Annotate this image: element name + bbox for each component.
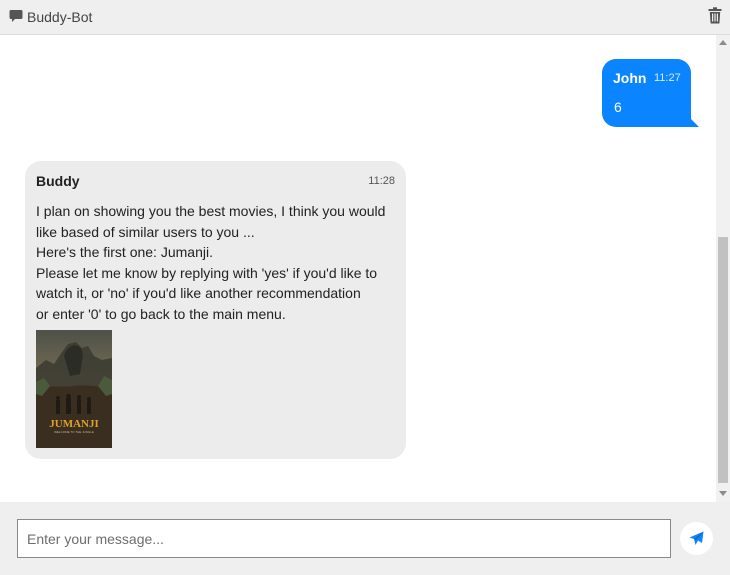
poster-subtitle: WELCOME TO THE JUNGLE (54, 430, 94, 434)
bot-message: Buddy 11:28 I plan on showing you the be… (25, 161, 406, 459)
messages-scrollbar[interactable] (716, 35, 730, 502)
message-line: like based of similar users to you ... (36, 223, 255, 240)
chat-title: Buddy-Bot (27, 9, 93, 25)
scrollbar-thumb[interactable] (718, 237, 728, 483)
message-list[interactable]: John 11:27 6 Buddy 11:28 I plan on showi… (0, 35, 730, 502)
message-text: 6 (614, 99, 622, 115)
message-line: Here's the first one: Jumanji. (36, 244, 213, 260)
bubble-tail (689, 117, 699, 127)
message-line: watch it, or 'no' if you'd like another … (36, 285, 361, 301)
composer-bar (0, 502, 730, 575)
scroll-down-arrow-icon[interactable] (719, 491, 727, 496)
user-message: John 11:27 6 (602, 59, 699, 127)
trash-icon[interactable] (708, 7, 722, 24)
message-input[interactable] (17, 519, 671, 558)
message-text: I plan on showing you the best movies, I… (36, 201, 398, 324)
movie-poster[interactable]: JUMANJI WELCOME TO THE JUNGLE (36, 330, 112, 448)
paper-plane-icon (689, 531, 704, 545)
message-sender: John (613, 70, 647, 86)
chat-bubble-icon (9, 10, 23, 22)
message-time: 11:28 (368, 175, 395, 187)
message-time: 11:27 (654, 72, 681, 84)
message-line: or enter '0' to go back to the main menu… (36, 305, 286, 322)
message-line: I plan on showing you the best movies, I… (36, 203, 386, 219)
send-button[interactable] (680, 522, 713, 555)
message-sender: Buddy (36, 173, 80, 189)
message-line: Please let me know by replying with 'yes… (36, 264, 378, 281)
chat-header: Buddy-Bot (0, 0, 730, 35)
scroll-up-arrow-icon[interactable] (719, 40, 727, 45)
poster-title: JUMANJI (49, 418, 99, 430)
